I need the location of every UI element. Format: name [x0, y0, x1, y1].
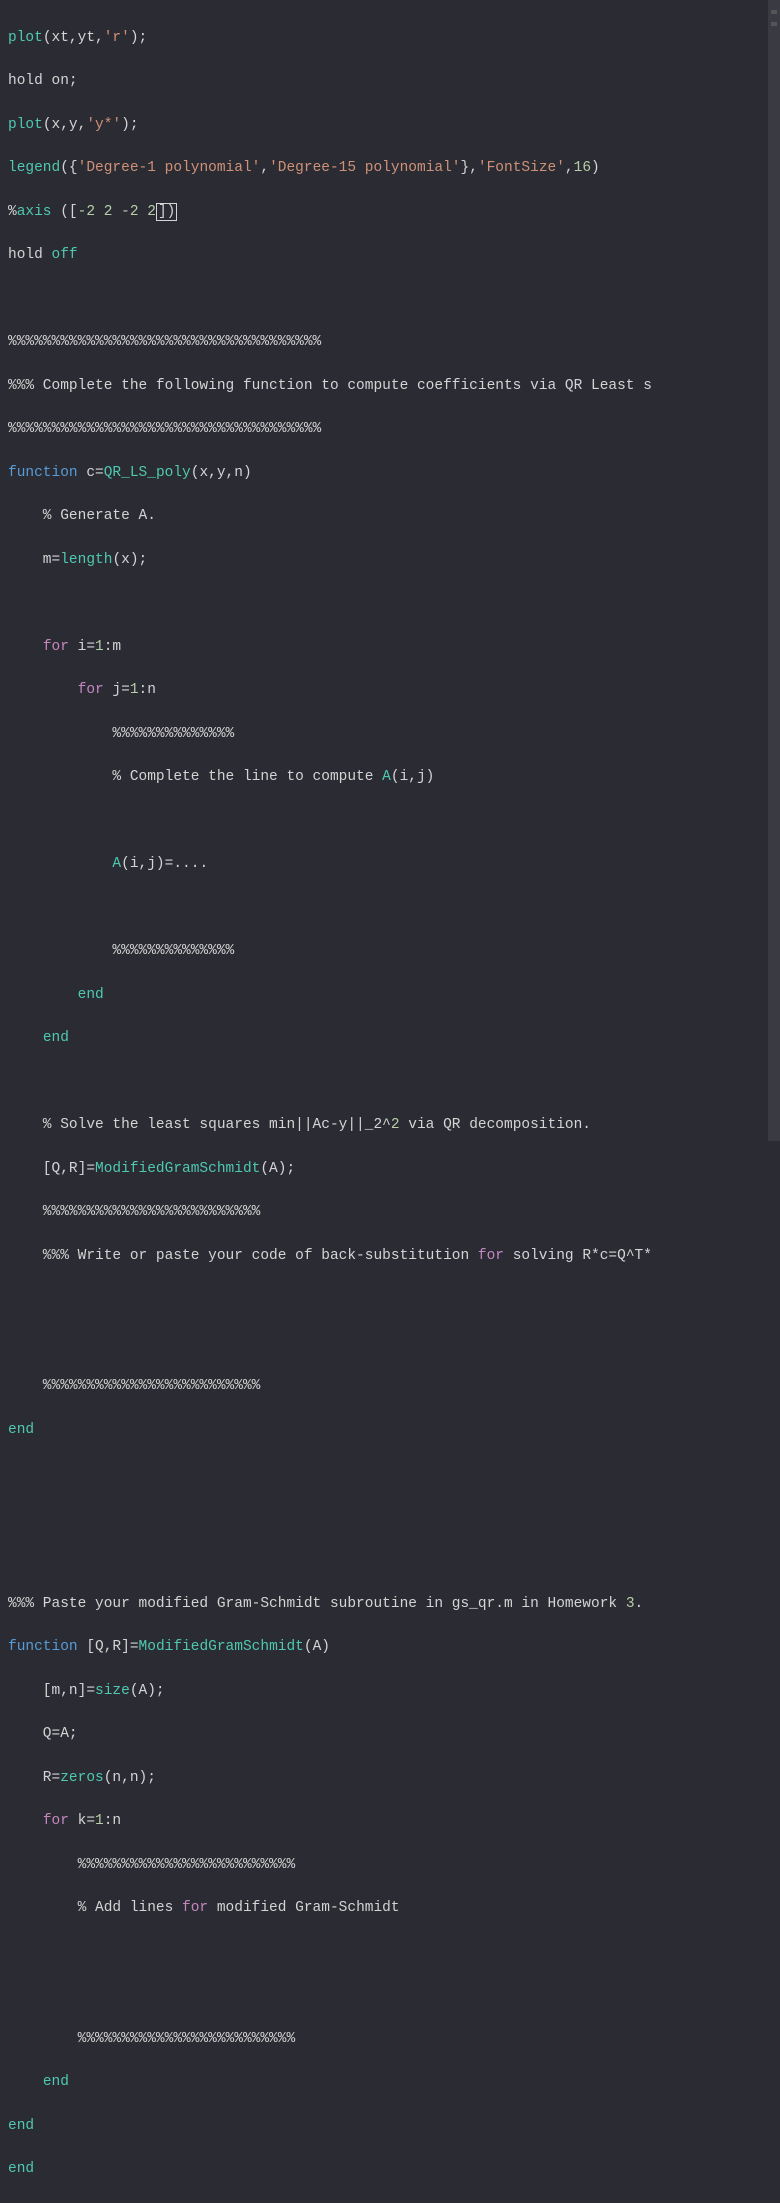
code-line: Q=A;	[8, 1724, 780, 1746]
code-line: %%%%%%%%%%%%%%%%%%%%%%%%%	[8, 1202, 780, 1224]
code-line	[8, 1463, 780, 1485]
scroll-marker	[771, 10, 777, 14]
code-token: plot	[8, 30, 43, 46]
code-line: end	[8, 2116, 780, 2138]
code-line: %%% Paste your modified Gram-Schmidt sub…	[8, 1594, 780, 1616]
code-line	[8, 1985, 780, 2007]
code-line: %axis ([-2 2 -2 2])	[8, 202, 780, 224]
code-line: %%% Complete the following function to c…	[8, 376, 780, 398]
code-line	[8, 1333, 780, 1355]
code-line	[8, 1550, 780, 1572]
code-line: %%%%%%%%%%%%%%%%%%%%%%%%%%%%%%%%%%%%	[8, 332, 780, 354]
code-line: end	[8, 1420, 780, 1442]
code-line: hold off	[8, 245, 780, 267]
code-line: end	[8, 2072, 780, 2094]
code-line: %%% Write or paste your code of back-sub…	[8, 1246, 780, 1268]
code-line: %%%%%%%%%%%%%%%%%%%%%%%%%%%%%%%%%%%%	[8, 419, 780, 441]
code-line	[8, 1942, 780, 1964]
code-line: function c=QR_LS_poly(x,y,n)	[8, 463, 780, 485]
code-line: % Add lines for modified Gram-Schmidt	[8, 1898, 780, 1920]
code-line: R=zeros(n,n);	[8, 1768, 780, 1790]
code-line	[8, 1507, 780, 1529]
code-line: end	[8, 1028, 780, 1050]
code-line: %%%%%%%%%%%%%%%%%%%%%%%%%	[8, 1376, 780, 1398]
code-line: % Solve the least squares min||Ac-y||_2^…	[8, 1115, 780, 1137]
code-line	[8, 811, 780, 833]
code-line: % Complete the line to compute A(i,j)	[8, 767, 780, 789]
code-line	[8, 1289, 780, 1311]
code-line: function [Q,R]=ModifiedGramSchmidt(A)	[8, 1637, 780, 1659]
code-line: [m,n]=size(A);	[8, 1681, 780, 1703]
code-line: legend({'Degree-1 polynomial','Degree-15…	[8, 158, 780, 180]
code-line: for j=1:n	[8, 680, 780, 702]
code-line	[8, 593, 780, 615]
vertical-scrollbar[interactable]	[768, 0, 780, 1141]
code-line: hold on;	[8, 71, 780, 93]
text-cursor: ])	[156, 203, 177, 221]
code-line	[8, 898, 780, 920]
code-line: end	[8, 2159, 780, 2181]
code-line: plot(x,y,'y*');	[8, 115, 780, 137]
code-line: %%%%%%%%%%%%%%%%%%%%%%%%%	[8, 2029, 780, 2051]
code-editor[interactable]: plot(xt,yt,'r'); hold on; plot(x,y,'y*')…	[8, 6, 780, 2203]
code-line: %%%%%%%%%%%%%%	[8, 724, 780, 746]
code-line: % Generate A.	[8, 506, 780, 528]
code-line: end	[8, 985, 780, 1007]
code-line: %%%%%%%%%%%%%%%%%%%%%%%%%	[8, 1855, 780, 1877]
code-line: plot(xt,yt,'r');	[8, 28, 780, 50]
code-line: %%%%%%%%%%%%%%	[8, 941, 780, 963]
code-line	[8, 1072, 780, 1094]
scroll-marker	[771, 22, 777, 26]
code-line: m=length(x);	[8, 550, 780, 572]
code-line	[8, 289, 780, 311]
code-line: A(i,j)=....	[8, 854, 780, 876]
code-line: for k=1:n	[8, 1811, 780, 1833]
code-line: for i=1:m	[8, 637, 780, 659]
code-line: [Q,R]=ModifiedGramSchmidt(A);	[8, 1159, 780, 1181]
